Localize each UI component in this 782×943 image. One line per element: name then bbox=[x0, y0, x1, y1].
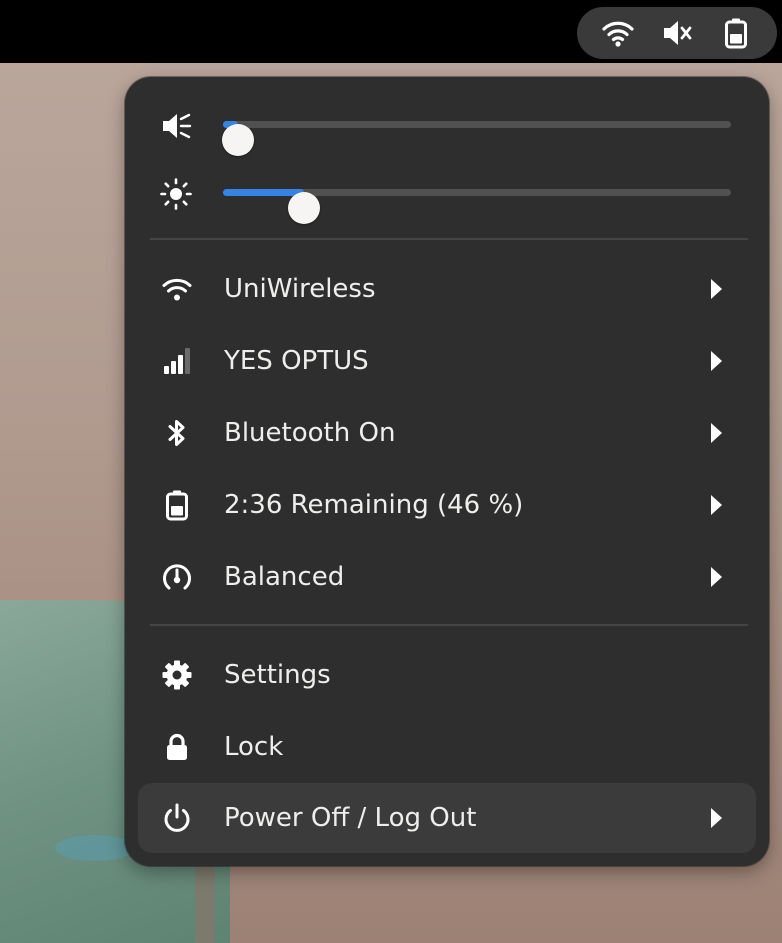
menu-item-label: Bluetooth On bbox=[224, 418, 396, 448]
menu-item-battery[interactable]: 2:36 Remaining (46 %) bbox=[138, 470, 756, 540]
menu-item-label: UniWireless bbox=[224, 274, 376, 304]
brightness-handle[interactable] bbox=[288, 192, 321, 224]
brightness-track[interactable] bbox=[223, 189, 731, 224]
menu-item-mobile-network[interactable]: YES OPTUS bbox=[138, 326, 756, 396]
divider bbox=[150, 238, 748, 240]
quick-settings-menu: UniWireless YES OPTUS Bluetooth On 2:36 … bbox=[125, 77, 769, 866]
lock-icon bbox=[160, 730, 194, 764]
wifi-icon bbox=[160, 272, 194, 306]
menu-item-settings[interactable]: Settings bbox=[138, 640, 756, 710]
speaker-muted-icon bbox=[159, 109, 193, 143]
divider bbox=[150, 624, 748, 626]
power-profile-icon bbox=[160, 560, 194, 594]
speaker-muted-icon bbox=[660, 16, 694, 50]
chevron-right-icon bbox=[706, 493, 726, 517]
menu-item-bluetooth[interactable]: Bluetooth On bbox=[138, 398, 756, 468]
menu-item-label: Power Off / Log Out bbox=[224, 803, 477, 833]
menu-item-wifi[interactable]: UniWireless bbox=[138, 254, 756, 324]
chevron-right-icon bbox=[706, 565, 726, 589]
chevron-right-icon bbox=[706, 806, 726, 830]
brightness-slider[interactable] bbox=[125, 173, 769, 224]
menu-item-power-off[interactable]: Power Off / Log Out bbox=[138, 783, 756, 853]
chevron-right-icon bbox=[706, 277, 726, 301]
wallpaper-shape bbox=[195, 860, 215, 943]
menu-item-label: Lock bbox=[224, 732, 284, 762]
menu-item-power-mode[interactable]: Balanced bbox=[138, 542, 756, 612]
brightness-fill bbox=[223, 189, 305, 196]
wifi-icon bbox=[601, 16, 635, 50]
menu-item-label: YES OPTUS bbox=[224, 346, 369, 376]
gear-icon bbox=[160, 658, 194, 692]
menu-item-label: Settings bbox=[224, 660, 331, 690]
chevron-right-icon bbox=[706, 421, 726, 445]
bluetooth-icon bbox=[160, 416, 194, 450]
chevron-right-icon bbox=[706, 349, 726, 373]
wallpaper-shape bbox=[55, 835, 135, 861]
volume-handle[interactable] bbox=[222, 124, 255, 156]
menu-item-label: Balanced bbox=[224, 562, 345, 592]
menu-item-label: 2:36 Remaining (46 %) bbox=[224, 490, 524, 520]
battery-icon bbox=[160, 488, 194, 522]
volume-track[interactable] bbox=[222, 121, 731, 156]
top-bar bbox=[0, 0, 782, 63]
menu-item-lock[interactable]: Lock bbox=[138, 712, 756, 782]
power-icon bbox=[160, 801, 194, 835]
system-tray-button[interactable] bbox=[577, 7, 777, 59]
cellular-signal-icon bbox=[160, 344, 194, 378]
volume-slider[interactable] bbox=[125, 105, 769, 156]
brightness-icon bbox=[159, 177, 193, 211]
battery-icon bbox=[719, 16, 753, 50]
